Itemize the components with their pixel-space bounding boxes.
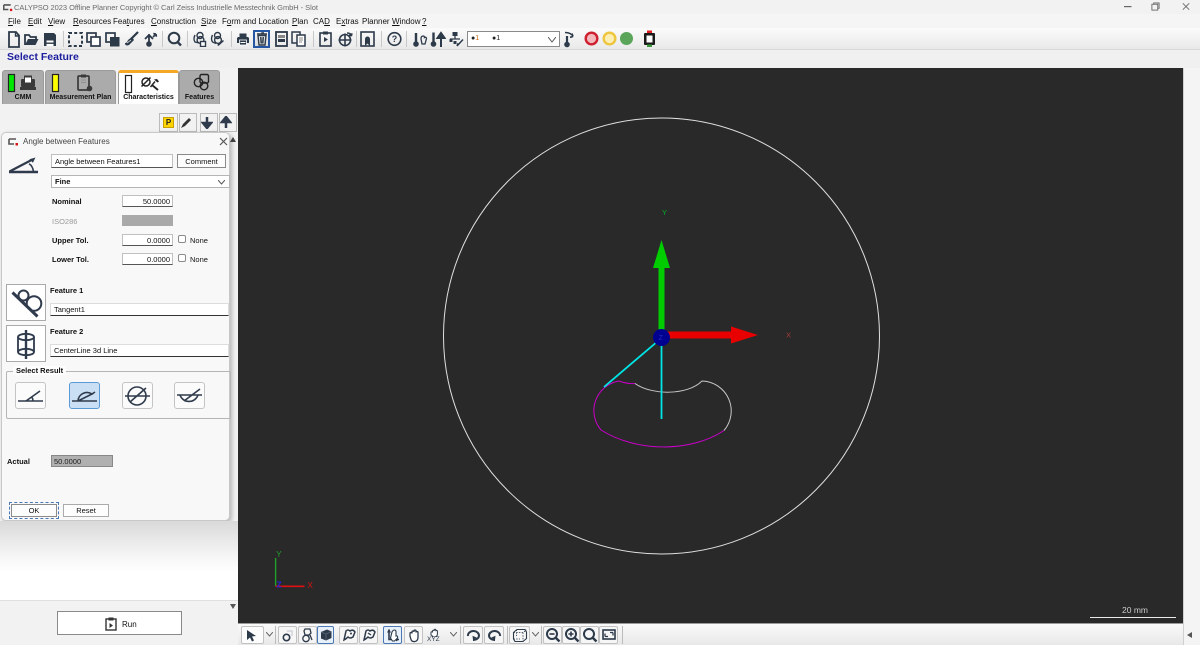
svg-text:Z: Z xyxy=(659,335,664,342)
svg-text:Y: Y xyxy=(662,208,667,217)
svg-text:?: ? xyxy=(392,34,398,44)
svg-text:Y: Y xyxy=(276,550,282,559)
svg-text:20 mm: 20 mm xyxy=(1122,605,1148,615)
svg-text:X: X xyxy=(786,331,791,340)
svg-text:X: X xyxy=(308,581,314,590)
svg-text:Z: Z xyxy=(277,580,282,590)
